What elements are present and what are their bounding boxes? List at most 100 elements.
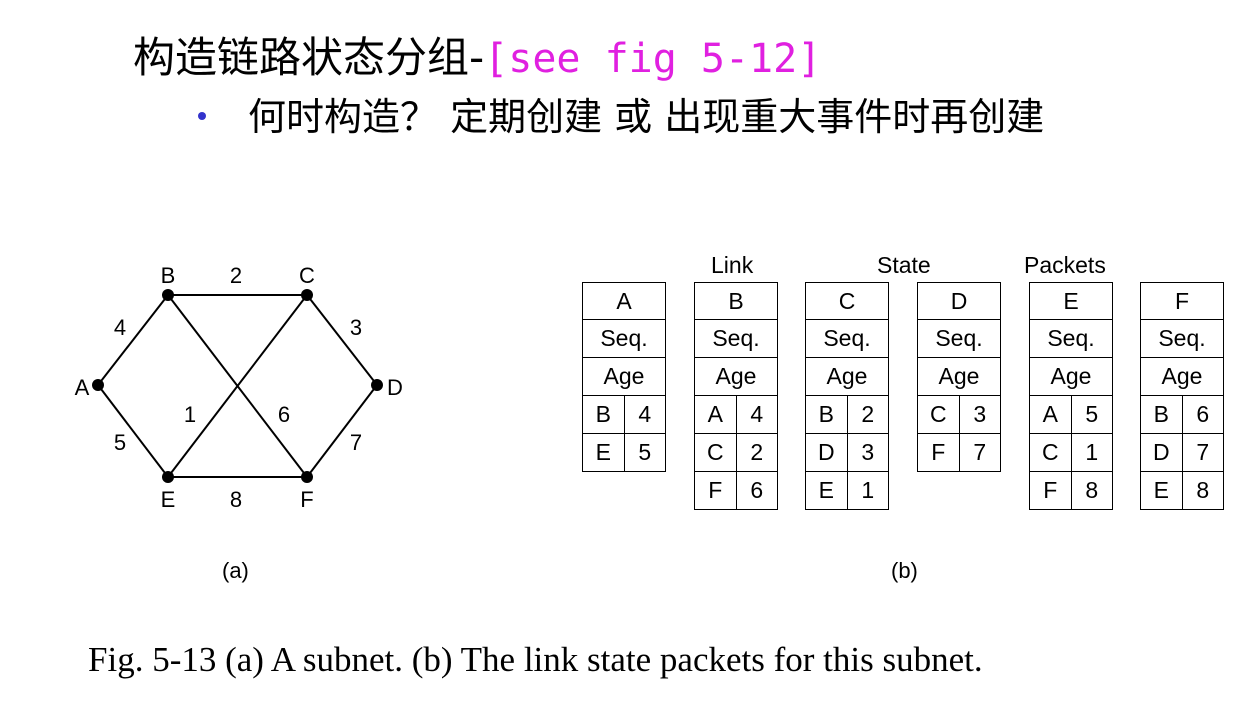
packet-link-row: C2 [694,434,778,472]
edge-a-b [97,294,169,386]
edge-weight-b-f: 6 [278,402,290,427]
node-b [162,289,174,301]
packet-link-row: A5 [1029,396,1113,434]
packet-seq-field: Seq. [1140,320,1224,358]
neighbor-name: C [929,401,947,427]
packet-seq-field: Seq. [694,320,778,358]
title-main: 构造链路状态分组- [133,33,485,82]
packet-link-row: B6 [1140,396,1224,434]
link-cost: 1 [1070,434,1113,471]
link-cost: 5 [623,434,666,471]
packet-node-name: B [694,282,778,320]
packet-link-row: A4 [694,396,778,434]
neighbor-name: C [1041,439,1059,465]
link-cost: 6 [1181,396,1224,433]
edge-c-d [306,294,378,386]
packet-age-field: Age [1029,358,1113,396]
packet-link-row: B2 [805,396,889,434]
node-label-c: C [299,263,315,288]
packet-link-row: B4 [582,396,666,434]
link-cost: 5 [1070,396,1113,433]
packet-e: E Seq. Age A 5 C 1 F 8 [1029,282,1113,510]
node-label-e: E [161,487,176,512]
link-cost: 3 [958,396,1001,433]
link-cost: 4 [623,396,666,433]
packet-link-row: C3 [917,396,1001,434]
link-cost: 6 [735,472,778,509]
subnet-sublabel: (a) [222,558,249,583]
neighbor-name: D [817,439,835,465]
slide-title: 构造链路状态分组-[see fig 5-12] [133,30,821,87]
neighbor-name: B [1153,401,1169,427]
link-cost: 7 [958,434,1001,471]
packet-link-row: C1 [1029,434,1113,472]
node-label-b: B [161,263,176,288]
bullet-item: 何时构造？ 定期创建 或 出现重大事件时再创建 [198,92,1044,142]
header-word-packets: Packets [1024,252,1106,278]
packet-link-row: F6 [694,472,778,510]
node-f [301,471,313,483]
neighbor-name: E [1153,477,1169,503]
packet-node-name: C [805,282,889,320]
packet-link-row: D3 [805,434,889,472]
link-cost: 2 [735,434,778,471]
neighbor-name: E [595,439,611,465]
link-cost: 4 [735,396,778,433]
edge-weight-a-e: 5 [114,430,126,455]
packet-seq-field: Seq. [805,320,889,358]
title-figure-ref: [see fig 5-12] [484,36,822,82]
packet-seq-field: Seq. [582,320,666,358]
subnet-diagram: 4 2 3 5 8 7 1 6 A B C D E F [75,263,403,512]
header-word-link: Link [711,252,754,278]
neighbor-name: A [1042,401,1058,427]
packet-node-name: F [1140,282,1224,320]
figure-caption: Fig. 5-13 (a) A subnet. (b) The link sta… [88,640,983,679]
neighbor-name: C [706,439,724,465]
node-label-d: D [387,375,403,400]
neighbor-name: B [595,401,611,427]
node-label-a: A [75,375,90,400]
neighbor-name: D [1152,439,1170,465]
edge-weight-b-c: 2 [230,263,242,288]
link-cost: 2 [846,396,889,433]
packet-f: F Seq. Age B 6 D 7 E 8 [1140,282,1224,510]
node-label-f: F [300,487,313,512]
header-word-state: State [877,252,931,278]
bullet-dot-icon [198,111,206,120]
bullet-text: 何时构造？ 定期创建 或 出现重大事件时再创建 [248,95,1045,139]
packet-link-row: F7 [917,434,1001,472]
packet-node-name: E [1029,282,1113,320]
node-a [92,379,104,391]
packet-link-row: E8 [1140,472,1224,510]
packet-d: D Seq. Age C 3 F 7 [917,282,1001,472]
packet-b: B Seq. Age A 4 C 2 F 6 [694,282,778,510]
node-c [301,289,313,301]
neighbor-name: B [818,401,834,427]
packet-age-field: Age [1140,358,1224,396]
packet-a: A Seq. Age B 4 E 5 [582,282,666,472]
packets-sublabel: (b) [891,558,918,583]
edge-weight-c-d: 3 [350,315,362,340]
link-cost: 8 [1181,472,1224,509]
packet-seq-field: Seq. [917,320,1001,358]
packet-seq-field: Seq. [1029,320,1113,358]
node-e [162,471,174,483]
packet-node-name: A [582,282,666,320]
link-cost: 3 [846,434,889,471]
packet-c: C Seq. Age B 2 D 3 E 1 [805,282,889,510]
link-cost: 8 [1070,472,1113,509]
packet-age-field: Age [582,358,666,396]
edge-weight-d-f: 7 [350,430,362,455]
link-cost: 1 [846,472,889,509]
edge-a-e [97,384,169,478]
packet-age-field: Age [805,358,889,396]
packet-age-field: Age [694,358,778,396]
node-d [371,379,383,391]
edge-weight-a-b: 4 [114,315,126,340]
edge-d-f [306,384,378,478]
packet-link-row: D7 [1140,434,1224,472]
neighbor-name: F [708,477,723,503]
packet-link-row: F8 [1029,472,1113,510]
packet-link-row: E5 [582,434,666,472]
packet-node-name: D [917,282,1001,320]
